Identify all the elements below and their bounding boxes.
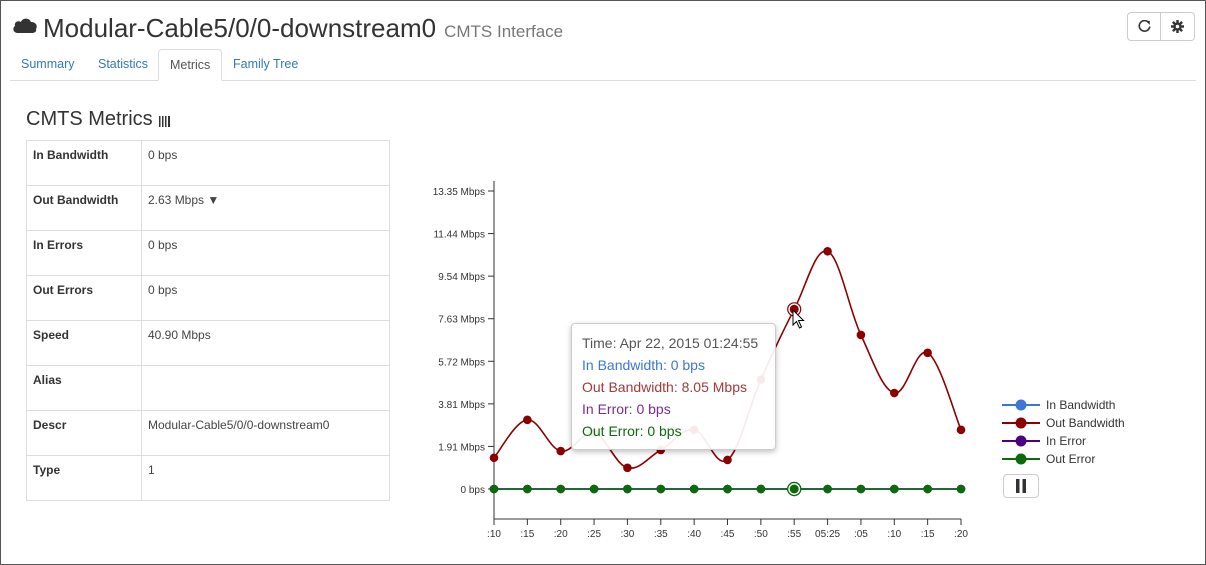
data-point [523, 484, 532, 494]
data-point [723, 484, 732, 494]
y-tick-label: 3.81 Mbps [438, 400, 485, 411]
x-tick-label: :10 [487, 529, 501, 540]
legend-item[interactable]: Out Bandwidth [1002, 414, 1125, 432]
data-point [623, 484, 632, 494]
data-point [823, 484, 832, 494]
legend-item[interactable]: In Error [1002, 432, 1125, 450]
mouse-cursor-icon [792, 309, 805, 329]
data-point [489, 453, 499, 463]
data-point [823, 246, 832, 256]
x-tick-label: :05 [854, 529, 868, 540]
x-tick-label: :30 [620, 529, 634, 540]
tooltip-in-bandwidth: In Bandwidth: 0 bps [582, 357, 705, 373]
data-point [589, 484, 599, 494]
legend-swatch-icon [1002, 417, 1040, 429]
y-tick-label: 0 bps [461, 485, 485, 496]
legend-label: In Bandwidth [1046, 398, 1116, 412]
data-point [756, 484, 766, 494]
series-out-error [489, 481, 966, 497]
x-tick-label: :25 [587, 529, 601, 540]
data-point [556, 446, 566, 456]
legend-swatch-icon [1002, 399, 1040, 411]
y-tick-label: 11.44 Mbps [433, 230, 485, 241]
legend-swatch-icon [1002, 435, 1040, 447]
x-tick-label: :20 [554, 529, 568, 540]
x-tick-label: :55 [787, 529, 801, 540]
x-tick-label: :35 [654, 529, 668, 540]
data-point [489, 484, 499, 494]
data-point [656, 484, 666, 494]
chart-legend: In Bandwidth Out Bandwidth In Error Out … [1002, 396, 1125, 468]
tooltip-out-error: Out Error: 0 bps [582, 423, 682, 439]
x-tick-label: :15 [921, 529, 935, 540]
legend-label: Out Bandwidth [1046, 416, 1125, 430]
legend-item[interactable]: In Bandwidth [1002, 396, 1125, 414]
data-point [689, 484, 699, 494]
data-point [923, 348, 932, 358]
pause-button[interactable] [1003, 474, 1039, 498]
y-tick-label: 13.35 Mbps [433, 187, 485, 198]
x-tick-label: :20 [954, 529, 968, 540]
x-tick-label: :40 [687, 529, 701, 540]
data-point [556, 484, 566, 494]
x-tick-label: :15 [520, 529, 534, 540]
data-point [856, 330, 866, 340]
data-point [856, 484, 866, 494]
data-point [889, 484, 899, 494]
legend-label: Out Error [1046, 452, 1096, 466]
y-tick-label: 1.91 Mbps [438, 442, 485, 453]
x-tick-label: :50 [754, 529, 768, 540]
x-tick-label: 05:25 [815, 529, 840, 540]
y-tick-label: 9.54 Mbps [438, 272, 485, 283]
data-point [956, 425, 966, 435]
pause-icon [1016, 479, 1026, 493]
data-point [723, 455, 732, 465]
legend-item[interactable]: Out Error [1002, 450, 1125, 468]
data-point [523, 415, 532, 425]
x-tick-label: :10 [887, 529, 901, 540]
data-point [956, 484, 966, 494]
legend-swatch-icon [1002, 453, 1040, 465]
data-point [789, 484, 799, 494]
data-point [923, 484, 932, 494]
data-point [889, 388, 899, 398]
tooltip-out-bandwidth: Out Bandwidth: 8.05 Mbps [582, 379, 747, 395]
x-tick-label: :45 [721, 529, 735, 540]
legend-label: In Error [1046, 434, 1087, 448]
tooltip-in-error: In Error: 0 bps [582, 401, 671, 417]
data-point [623, 463, 632, 473]
y-tick-label: 5.72 Mbps [438, 357, 485, 368]
tooltip-time: Time: Apr 22, 2015 01:24:55 [582, 335, 759, 351]
y-tick-label: 7.63 Mbps [438, 315, 485, 326]
chart-tooltip: Time: Apr 22, 2015 01:24:55 In Bandwidth… [571, 323, 776, 450]
